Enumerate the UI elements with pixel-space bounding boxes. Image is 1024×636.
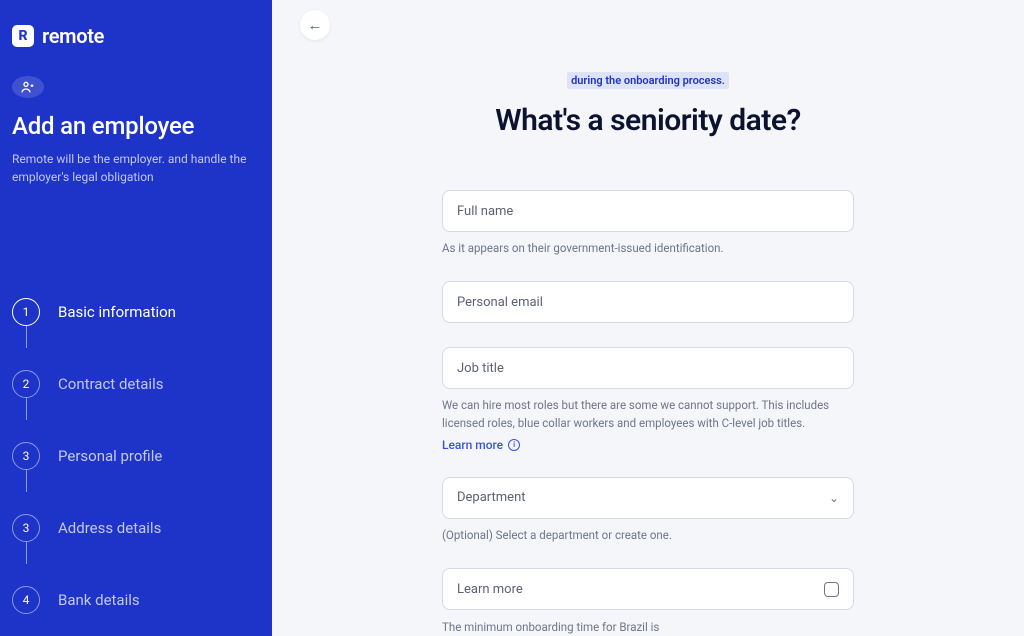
field-job-title: Job title We can hire most roles but the… — [442, 347, 854, 453]
helper-line-1: The minimum onboarding time for Brazil i… — [442, 620, 659, 634]
sidebar-subtitle: Remote will be the employer. and handle … — [0, 150, 272, 186]
step-contract-details[interactable]: 2 Contract details — [12, 348, 272, 420]
field-personal-email: Personal email — [442, 281, 854, 323]
step-address-details[interactable]: 3 Address details — [12, 492, 272, 564]
step-number-icon: 4 — [12, 586, 40, 614]
input-placeholder: Full name — [457, 204, 513, 219]
step-number-icon: 1 — [12, 298, 40, 326]
helper-text: The minimum onboarding time for Brazil i… — [442, 618, 854, 636]
input-placeholder: Job title — [457, 361, 504, 376]
brand-logo-icon: R — [12, 25, 34, 47]
department-select[interactable]: Department ⌄ — [442, 477, 854, 519]
back-button[interactable]: ← — [300, 10, 330, 40]
step-label: Bank details — [58, 591, 140, 609]
date-input[interactable]: Learn more — [442, 568, 854, 610]
select-placeholder: Department — [457, 490, 526, 505]
step-label: Basic information — [58, 303, 176, 321]
sidebar-title: Add an employee — [0, 112, 272, 150]
field-date: Learn more The minimum onboarding time f… — [442, 568, 854, 636]
content-scroll[interactable]: during the onboarding process. What's a … — [272, 0, 1024, 636]
step-number-icon: 3 — [12, 442, 40, 470]
full-name-input[interactable]: Full name — [442, 190, 854, 232]
link-label: Learn more — [442, 438, 503, 452]
input-placeholder: Learn more — [457, 582, 523, 597]
helper-text: (Optional) Select a department or create… — [442, 527, 854, 544]
field-full-name: Full name As it appears on their governm… — [442, 190, 854, 257]
main-panel: ← during the onboarding process. What's … — [272, 0, 1024, 636]
step-label: Personal profile — [58, 447, 162, 465]
chevron-down-icon: ⌄ — [829, 491, 839, 505]
brand-name: remote — [42, 24, 104, 48]
steps-list: 1 Basic information 2 Contract details 3… — [0, 276, 272, 636]
field-department: Department ⌄ (Optional) Select a departm… — [442, 477, 854, 544]
helper-text: As it appears on their government-issued… — [442, 240, 854, 257]
arrow-left-icon: ← — [308, 16, 323, 34]
step-basic-information[interactable]: 1 Basic information — [12, 276, 272, 348]
step-label: Contract details — [58, 375, 163, 393]
step-label: Address details — [58, 519, 161, 537]
info-icon: i — [508, 439, 520, 451]
user-add-icon — [12, 76, 44, 98]
personal-email-input[interactable]: Personal email — [442, 281, 854, 323]
form: Full name As it appears on their governm… — [442, 190, 854, 636]
step-personal-profile[interactable]: 3 Personal profile — [12, 420, 272, 492]
step-bank-details[interactable]: 4 Bank details — [12, 564, 272, 636]
job-title-input[interactable]: Job title — [442, 347, 854, 389]
page-title: What's a seniority date? — [312, 103, 984, 138]
sidebar: R remote Add an employee Remote will be … — [0, 0, 272, 636]
input-placeholder: Personal email — [457, 295, 543, 310]
learn-more-link[interactable]: Learn more i — [442, 438, 520, 452]
calendar-icon — [824, 582, 839, 597]
highlight-banner: during the onboarding process. — [567, 72, 729, 89]
step-number-icon: 3 — [12, 514, 40, 542]
step-number-icon: 2 — [12, 370, 40, 398]
helper-text: We can hire most roles but there are som… — [442, 397, 854, 432]
brand: R remote — [0, 24, 272, 76]
